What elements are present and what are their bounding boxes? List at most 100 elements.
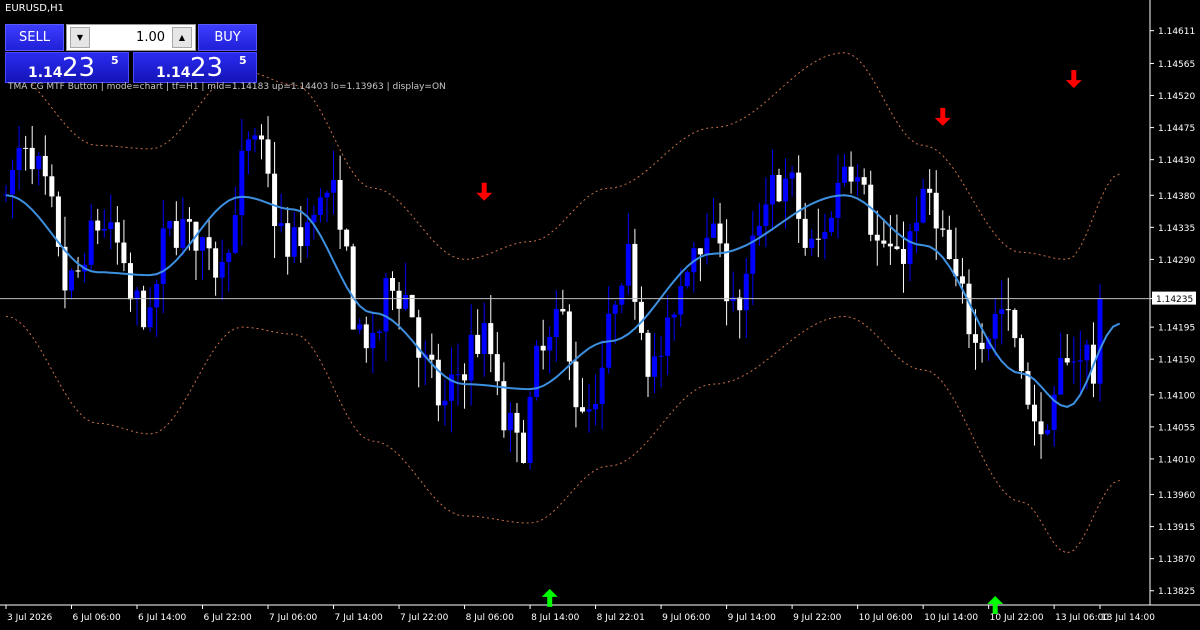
lot-size-input[interactable]	[93, 27, 169, 48]
candle-body	[730, 297, 736, 302]
chart-window[interactable]: 1.14611 1.14565 1.14520 1.14475 1.14430 1.143…	[0, 0, 1200, 630]
candle-body	[36, 155, 42, 170]
candle-body	[357, 324, 363, 330]
time-tick-label: 7 Jul 14:00	[335, 613, 384, 623]
candle-body	[959, 276, 965, 284]
price-tick-label: 1.14611	[1158, 27, 1195, 37]
candle-body	[173, 221, 179, 248]
candle-body	[593, 403, 599, 410]
price-tick-label: 1.14055	[1158, 423, 1195, 433]
candle-body	[488, 323, 494, 355]
candle-body	[809, 238, 815, 248]
candle-body	[272, 173, 278, 227]
buy-button[interactable]: BUY	[198, 24, 257, 51]
candle-body	[180, 219, 186, 248]
candle-body	[219, 261, 225, 278]
candle-body	[435, 359, 441, 406]
price-tick-label: 1.14380	[1158, 192, 1195, 202]
candle-body	[69, 270, 75, 291]
candle-body	[49, 176, 55, 197]
candle-body	[514, 412, 520, 433]
candle-body	[914, 222, 920, 232]
lot-increase-button[interactable]: ▲	[172, 27, 192, 48]
price-tick-label: 1.14430	[1158, 156, 1195, 166]
candle-body	[232, 215, 238, 253]
candle-body	[213, 248, 219, 278]
candle-body	[88, 220, 94, 265]
candle-body	[317, 197, 323, 215]
candle-body	[1097, 298, 1103, 384]
candle-body	[710, 223, 716, 238]
candle-body	[671, 314, 677, 318]
candle-body	[331, 179, 337, 193]
candle-body	[245, 139, 251, 151]
time-tick-label: 7 Jul 22:00	[400, 613, 449, 623]
candle-body	[842, 166, 848, 183]
price-tick-label: 1.14475	[1158, 124, 1195, 134]
candle-body	[186, 219, 192, 222]
time-tick-label: 8 Jul 06:00	[466, 613, 515, 623]
bid-price-prefix: 1.14	[28, 65, 63, 81]
arrow-shape	[934, 107, 951, 126]
candle-body	[612, 304, 618, 314]
candle-body	[658, 355, 664, 357]
candle-body	[108, 222, 114, 230]
time-tick-label: 10 Jul 22:00	[990, 613, 1044, 623]
sell-signal-arrow-icon	[934, 107, 951, 126]
candle-body	[95, 220, 101, 231]
candle-body	[304, 222, 310, 247]
price-tick-label: 1.14335	[1158, 224, 1195, 234]
candle-body	[429, 354, 435, 360]
candle-body	[560, 308, 566, 312]
candle-body	[619, 285, 625, 305]
candle-body	[900, 249, 906, 264]
candle-body	[324, 192, 330, 198]
candle-body	[579, 407, 585, 412]
time-tick-label: 6 Jul 22:00	[204, 613, 253, 623]
candle-body	[697, 248, 703, 255]
candle-body	[586, 409, 592, 412]
candle-body	[874, 234, 880, 241]
price-tick-label: 1.13960	[1158, 491, 1195, 501]
ask-price-prefix: 1.14	[156, 65, 191, 81]
candle-body	[252, 135, 258, 140]
candle-body	[704, 237, 710, 255]
candle-body	[920, 188, 926, 223]
time-tick-label: 8 Jul 14:00	[531, 613, 580, 623]
indicator-label: TMA CG MTF Button | mode=chart | tf=H1 |…	[8, 82, 446, 92]
ask-price-digits: 23	[190, 53, 224, 83]
candle-body	[370, 332, 376, 349]
candle-body	[383, 278, 389, 332]
time-tick-label: 13 Jul 14:00	[1101, 613, 1155, 623]
sell-button[interactable]: SELL	[5, 24, 64, 51]
candle-body	[455, 374, 461, 376]
candle-body	[167, 221, 173, 229]
candle-body	[684, 272, 690, 287]
lot-decrease-button[interactable]: ▼	[70, 27, 90, 48]
candle-body	[665, 317, 671, 356]
candle-body	[638, 301, 644, 333]
sell-signal-arrow-icon	[1065, 70, 1082, 89]
candle-body	[10, 170, 16, 195]
candle-body	[1012, 309, 1018, 339]
candle-body	[127, 263, 133, 300]
candle-body	[973, 334, 979, 343]
candle-body	[776, 174, 782, 202]
candle-body	[475, 334, 481, 354]
candle-body	[363, 324, 369, 349]
candle-body	[494, 354, 500, 382]
candle-body	[468, 334, 474, 381]
candle-body	[134, 290, 140, 300]
bid-price-box[interactable]: 1.14 23 5	[5, 52, 129, 83]
candle-body	[979, 342, 985, 350]
price-tick-label: 1.13825	[1158, 587, 1195, 597]
price-tick-label: 1.13915	[1158, 523, 1195, 533]
candle-body	[200, 237, 206, 251]
price-tick-label: 1.14100	[1158, 391, 1195, 401]
candle-body	[114, 222, 120, 243]
time-tick-label: 6 Jul 06:00	[73, 613, 122, 623]
ask-price-box[interactable]: 1.14 23 5	[133, 52, 257, 83]
candle-body	[907, 231, 913, 264]
price-chart[interactable]: 1.146111.145651.145201.144751.144301.143…	[0, 0, 1200, 630]
tma-lower-band	[5, 315, 1120, 554]
